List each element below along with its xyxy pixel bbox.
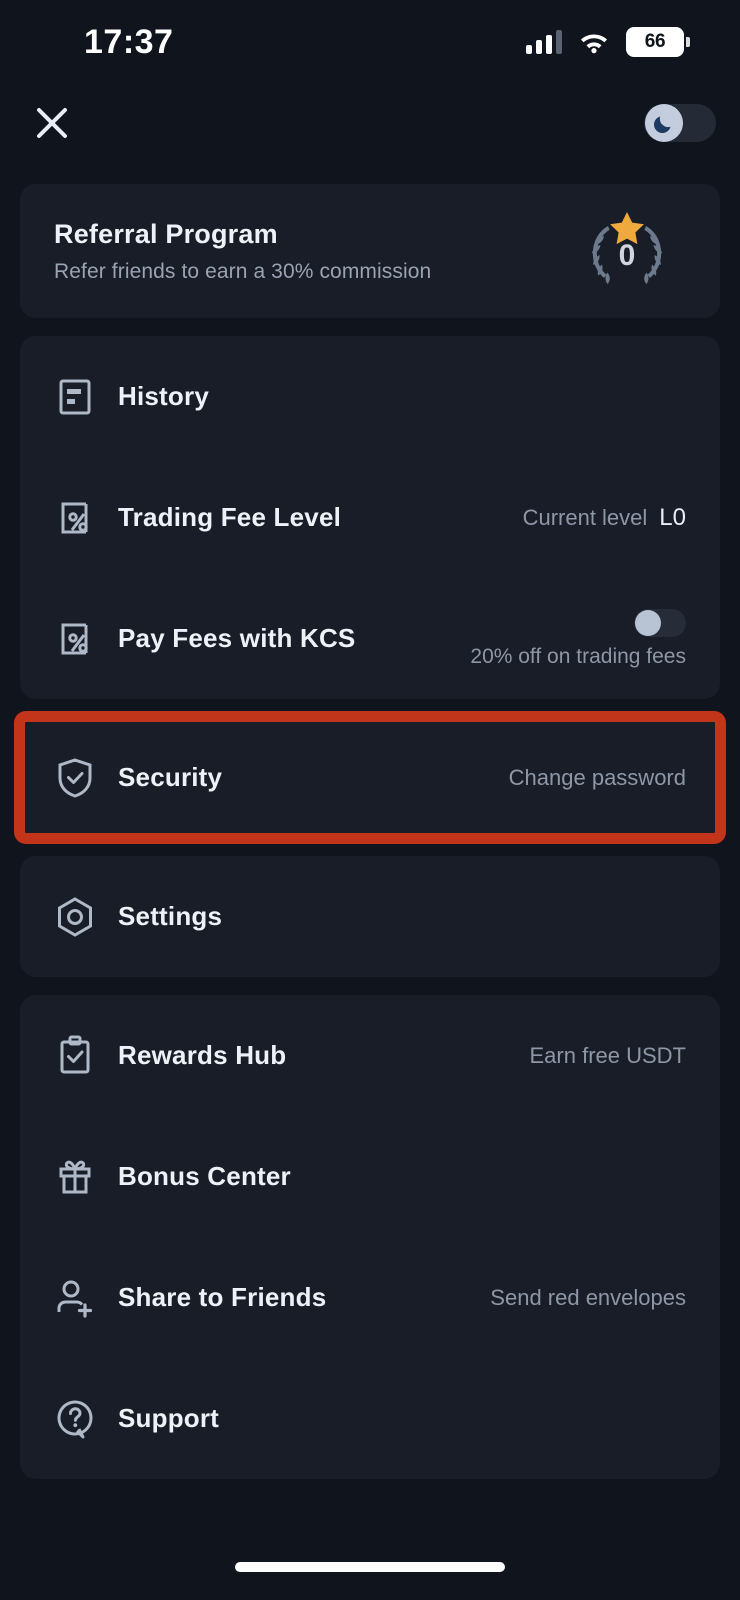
battery-icon: 66 bbox=[626, 27, 690, 57]
row-settings[interactable]: Settings bbox=[20, 856, 720, 977]
row-support[interactable]: Support bbox=[20, 1358, 720, 1479]
shield-check-icon bbox=[54, 757, 96, 799]
row-value: Change password bbox=[508, 764, 686, 790]
referral-subtitle: Refer friends to earn a 30% commission bbox=[54, 259, 432, 283]
row-note: 20% off on trading fees bbox=[470, 644, 686, 668]
row-label: Share to Friends bbox=[118, 1282, 327, 1312]
referral-title: Referral Program bbox=[54, 218, 278, 249]
gear-hex-icon bbox=[54, 896, 96, 938]
row-value-area: Current level L0 bbox=[523, 504, 686, 532]
security-row-highlight-wrapper: Security Change password bbox=[14, 711, 726, 844]
referral-badge-count: 0 bbox=[618, 239, 636, 272]
clipboard-check-icon bbox=[54, 1035, 96, 1077]
settings-group: Settings bbox=[20, 856, 720, 977]
battery-level: 66 bbox=[644, 31, 666, 52]
kcs-fee-toggle[interactable] bbox=[634, 608, 686, 637]
status-bar: 17:37 66 bbox=[0, 0, 740, 84]
row-label: Settings bbox=[118, 901, 223, 931]
referral-text: Referral Program Refer friends to earn a… bbox=[54, 219, 431, 284]
dark-mode-toggle[interactable] bbox=[644, 104, 716, 142]
row-label: Rewards Hub bbox=[118, 1040, 287, 1070]
rewards-group: Rewards Hub Earn free USDT Bonus Center bbox=[20, 995, 720, 1479]
row-value-strong: L0 bbox=[659, 503, 686, 531]
toggle-knob bbox=[635, 609, 661, 636]
referral-program-card[interactable]: Referral Program Refer friends to earn a… bbox=[20, 184, 720, 318]
row-rewards-hub[interactable]: Rewards Hub Earn free USDT bbox=[20, 995, 720, 1116]
row-label: Trading Fee Level bbox=[118, 502, 342, 532]
page-header bbox=[0, 84, 740, 162]
status-indicators: 66 bbox=[526, 27, 690, 57]
laurel-wreath-star-icon: 0 bbox=[568, 210, 686, 292]
row-pay-fees-with-kcs[interactable]: Pay Fees with KCS 20% off on trading fee… bbox=[20, 578, 720, 699]
wifi-icon bbox=[581, 34, 607, 54]
row-value: Current level L0 bbox=[522, 503, 686, 531]
row-label: Bonus Center bbox=[118, 1161, 291, 1191]
user-plus-icon bbox=[54, 1277, 96, 1319]
row-share-to-friends[interactable]: Share to Friends Send red envelopes bbox=[20, 1237, 720, 1358]
gift-icon bbox=[54, 1156, 96, 1198]
row-security[interactable]: Security Change password bbox=[20, 717, 720, 838]
phone-screen: 17:37 66 Referral Program Refer friends … bbox=[0, 0, 740, 1600]
row-value-area: 20% off on trading fees bbox=[470, 608, 686, 669]
close-icon[interactable] bbox=[24, 95, 80, 151]
moon-icon bbox=[653, 116, 671, 134]
row-trading-fee-level[interactable]: Trading Fee Level Current level L0 bbox=[20, 457, 720, 578]
row-label: History bbox=[118, 381, 209, 411]
row-value-area: Change password bbox=[509, 765, 686, 791]
status-clock: 17:37 bbox=[84, 22, 174, 61]
history-document-icon bbox=[54, 376, 96, 418]
row-label: Pay Fees with KCS bbox=[118, 623, 356, 653]
row-history[interactable]: History bbox=[20, 336, 720, 457]
percent-fee-icon bbox=[54, 618, 96, 660]
cellular-signal-icon bbox=[526, 30, 562, 54]
account-group: History Trading Fee Level Current level L… bbox=[20, 336, 720, 699]
home-indicator[interactable] bbox=[235, 1562, 505, 1572]
row-value-area: Earn free USDT bbox=[530, 1043, 687, 1069]
row-value: Send red envelopes bbox=[490, 1284, 686, 1310]
row-value-area: Send red envelopes bbox=[490, 1285, 686, 1311]
percent-fee-icon bbox=[54, 497, 96, 539]
row-value: Earn free USDT bbox=[529, 1042, 687, 1068]
security-row-card: Security Change password bbox=[20, 717, 720, 838]
row-label: Security bbox=[118, 762, 223, 792]
question-bubble-icon bbox=[54, 1398, 96, 1440]
row-bonus-center[interactable]: Bonus Center bbox=[20, 1116, 720, 1237]
row-label: Support bbox=[118, 1403, 220, 1433]
toggle-knob bbox=[645, 104, 683, 142]
